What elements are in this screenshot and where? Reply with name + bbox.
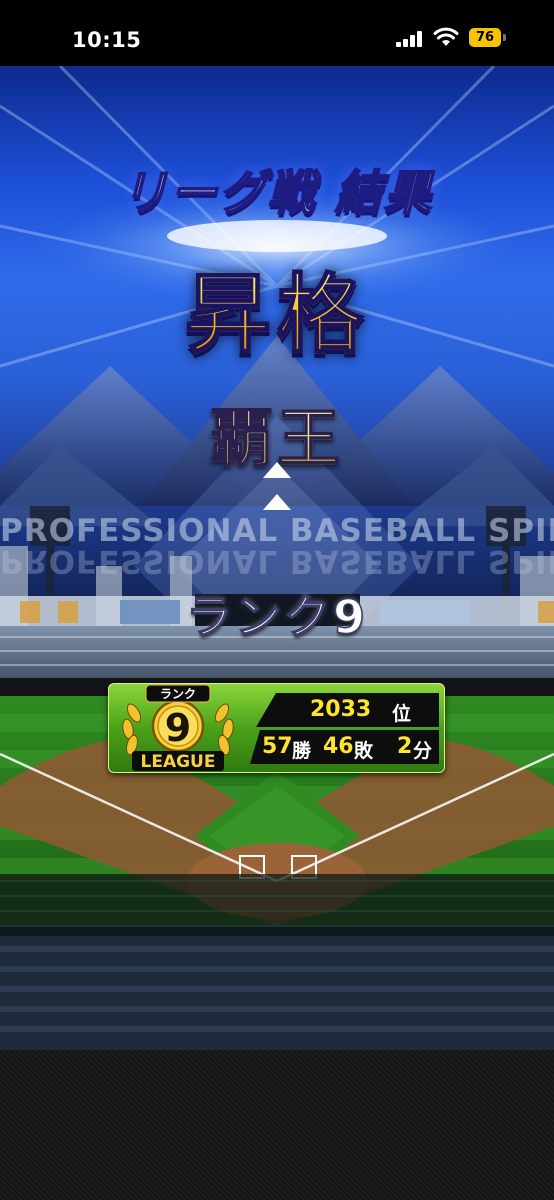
- league-position-unit: 位: [392, 703, 412, 725]
- status-time: 10:15: [72, 28, 142, 52]
- losses-unit: 敗: [354, 740, 374, 762]
- rank-number-label: ランク9: [185, 589, 368, 645]
- draws-unit: 分: [413, 740, 433, 762]
- wifi-icon: [433, 27, 459, 46]
- losses-value: 46: [323, 734, 354, 759]
- game-screen[interactable]: リーグ戦 結果 昇格 覇王 PROFESSIONAL BASEBALL SPIR…: [0, 66, 554, 1050]
- battery-tip: [503, 34, 506, 41]
- league-position-value: 2033: [310, 697, 372, 722]
- promotion-title: 昇格: [0, 244, 554, 369]
- wins-unit: 勝: [292, 740, 312, 762]
- league-result-title: リーグ戦 結果: [120, 165, 434, 222]
- cellular-signal-icon: [396, 31, 422, 47]
- bottom-letterbox: [0, 1050, 554, 1200]
- league-result-panel: ランク 9 LEAGUE 2033 位 57 勝 46 敗 2 分: [108, 683, 445, 773]
- status-bar: 10:15 76: [0, 0, 554, 66]
- badge-league-label: LEAGUE: [141, 752, 216, 772]
- record-row: 57 勝 46 敗 2 分: [250, 730, 439, 764]
- badge-rank-label: ランク: [160, 687, 196, 701]
- rank-up-arrow-icon: [263, 494, 291, 510]
- badge-rank-number: 9: [165, 706, 191, 750]
- league-rank-badge: ランク 9 LEAGUE: [122, 684, 234, 772]
- draws-value: 2: [397, 734, 413, 759]
- rank-up-arrow-icon: [263, 462, 291, 478]
- battery-icon: 76: [469, 28, 501, 47]
- wins-value: 57: [262, 734, 293, 759]
- ranking-row: 2033 位: [256, 693, 439, 727]
- game-logo-watermark-reflection: PROFESSIONAL BASEBALL SPIRITS A: [0, 543, 554, 579]
